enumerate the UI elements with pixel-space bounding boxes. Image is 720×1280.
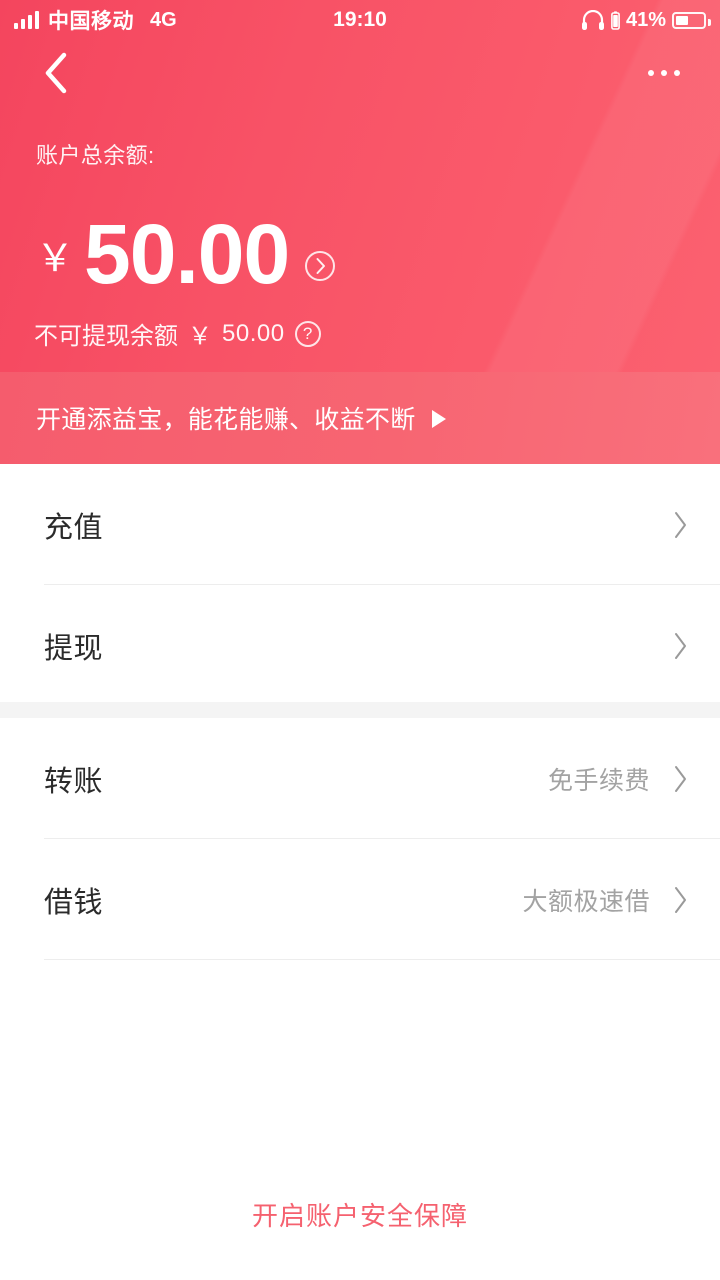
battery-fill [676, 15, 688, 25]
non-withdrawable-currency: ￥ [188, 323, 212, 350]
headphone-icon [581, 10, 604, 30]
signal-strength-icon [14, 11, 39, 29]
chevron-right-icon [675, 765, 686, 792]
balance-label: 账户总余额: [36, 143, 155, 168]
row-value: 大额极速借 [522, 887, 650, 916]
account-security-link[interactable]: 开启账户安全保障 [0, 1196, 720, 1233]
row-value: 免手续费 [547, 766, 650, 795]
circle-chevron-right-icon[interactable] [305, 251, 336, 282]
row-right [650, 510, 690, 540]
play-triangle-icon [431, 410, 446, 428]
nav-bar [0, 40, 720, 106]
non-withdrawable-label: 不可提现余额 [34, 323, 178, 350]
header-banner: 中国移动 4G 19:10 41% 账户总余额: ￥ 50.00 不可提现余额 … [0, 0, 720, 372]
chevron-right-icon [675, 886, 686, 913]
back-button[interactable] [32, 49, 80, 97]
balance-amount-row[interactable]: ￥ 50.00 [36, 207, 336, 301]
battery-icon [672, 11, 711, 29]
carrier-label: 中国移动 [48, 10, 134, 33]
balance-amount: 50.00 [84, 207, 290, 301]
battery-cap [708, 18, 711, 26]
chevron-right-icon [675, 511, 686, 538]
menu-row-withdraw[interactable]: 提现 [0, 585, 720, 706]
status-bar-right: 41% [581, 8, 711, 32]
wallet-screen: 中国移动 4G 19:10 41% 账户总余额: ￥ 50.00 不可提现余额 … [0, 0, 720, 1280]
promo-text: 开通添益宝，能花能赚、收益不断 [36, 406, 416, 434]
menu-row-borrow[interactable]: 借钱 大额极速借 [0, 839, 720, 960]
battery-percent-label: 41% [625, 8, 666, 31]
row-title: 充值 [44, 511, 104, 544]
back-chevron-icon [45, 52, 67, 94]
chevron-right-icon [675, 632, 686, 659]
status-bar-left: 中国移动 4G [14, 5, 177, 35]
device-battery-icon [611, 10, 620, 30]
non-withdrawable-amount: 50.00 [222, 319, 285, 347]
more-options-button[interactable] [634, 49, 694, 97]
menu-row-recharge[interactable]: 充值 [0, 464, 720, 585]
currency-symbol: ￥ [36, 238, 75, 281]
network-type-label: 4G [150, 8, 177, 31]
more-dots-icon [648, 70, 654, 76]
row-title: 转账 [44, 765, 104, 798]
promo-banner[interactable]: 开通添益宝，能花能赚、收益不断 [0, 372, 720, 464]
question-circle-icon[interactable]: ? [294, 320, 321, 347]
row-right [650, 631, 690, 661]
non-withdrawable-balance-row: 不可提现余额 ￥ 50.00 ? [34, 316, 321, 351]
more-dots-icon [674, 70, 680, 76]
more-dots-icon [661, 70, 667, 76]
row-right: 大额极速借 [522, 882, 690, 918]
row-title: 提现 [44, 632, 104, 665]
row-title: 借钱 [44, 886, 104, 919]
menu-group-secondary: 转账 免手续费 借钱 大额极速借 [0, 718, 720, 960]
group-separator-band [0, 702, 720, 718]
status-bar: 中国移动 4G 19:10 41% [0, 0, 720, 40]
menu-group-primary: 充值 提现 [0, 464, 720, 706]
menu-row-transfer[interactable]: 转账 免手续费 [0, 718, 720, 839]
row-divider [44, 959, 720, 960]
row-right: 免手续费 [548, 761, 690, 797]
chevron-right-glyph [316, 258, 325, 275]
